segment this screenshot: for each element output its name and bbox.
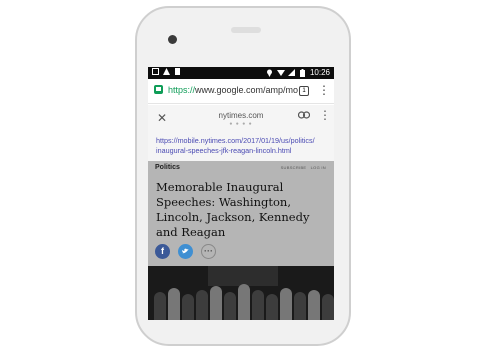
tab-switcher-button[interactable]: 1: [299, 86, 309, 96]
lock-icon: [154, 85, 163, 94]
front-camera: [168, 35, 177, 44]
url-scheme: https://: [168, 85, 196, 95]
url-rest: www.google.com/amp/mo: [195, 85, 299, 95]
amp-url-line-1: https://mobile.nytimes.com/2017/01/19/us…: [156, 136, 315, 145]
phone-screen: 10:26 https://www.google.com/amp/mo 1 ⋮ …: [148, 67, 334, 320]
article-headline: Memorable Inaugural Speeches: Washington…: [156, 180, 310, 239]
subscribe-link[interactable]: SUBSCRIBE: [281, 165, 307, 170]
article-area: Politics SUBSCRIBE LOG IN Memorable Inau…: [148, 161, 334, 320]
status-time: 10:26: [309, 68, 330, 77]
location-icon: [266, 69, 273, 77]
amp-overflow-menu-icon[interactable]: ⋮: [319, 108, 331, 122]
address-bar[interactable]: https://www.google.com/amp/mo 1 ⋮: [148, 79, 334, 104]
amp-url-line-2: inaugural-speeches-jfk-reagan-lincoln.ht…: [156, 146, 292, 155]
url-text[interactable]: https://www.google.com/amp/mo: [168, 85, 298, 95]
phone-speaker: [231, 27, 261, 33]
link-icon[interactable]: [297, 110, 311, 122]
status-bar: 10:26: [148, 67, 334, 79]
amp-header: ✕ nytimes.com ● ● ● ● ⋮ https://mobile.n…: [148, 105, 334, 161]
facebook-share-button[interactable]: f: [155, 244, 170, 259]
signal-icon: [287, 68, 295, 77]
amp-full-url[interactable]: https://mobile.nytimes.com/2017/01/19/us…: [156, 136, 315, 156]
twitter-share-button[interactable]: [178, 244, 193, 259]
image-icon: [152, 68, 159, 76]
wifi-icon: [276, 69, 285, 77]
overflow-menu-icon[interactable]: ⋮: [318, 83, 330, 97]
account-links: SUBSCRIBE LOG IN: [281, 165, 326, 170]
download-icon: [174, 68, 181, 76]
battery-icon: [299, 68, 306, 77]
section-label[interactable]: Politics: [155, 164, 180, 171]
share-buttons: f ···: [155, 244, 216, 259]
more-share-button[interactable]: ···: [201, 244, 216, 259]
article-photo: [148, 266, 334, 320]
warning-icon: [163, 68, 170, 76]
login-link[interactable]: LOG IN: [311, 165, 326, 170]
